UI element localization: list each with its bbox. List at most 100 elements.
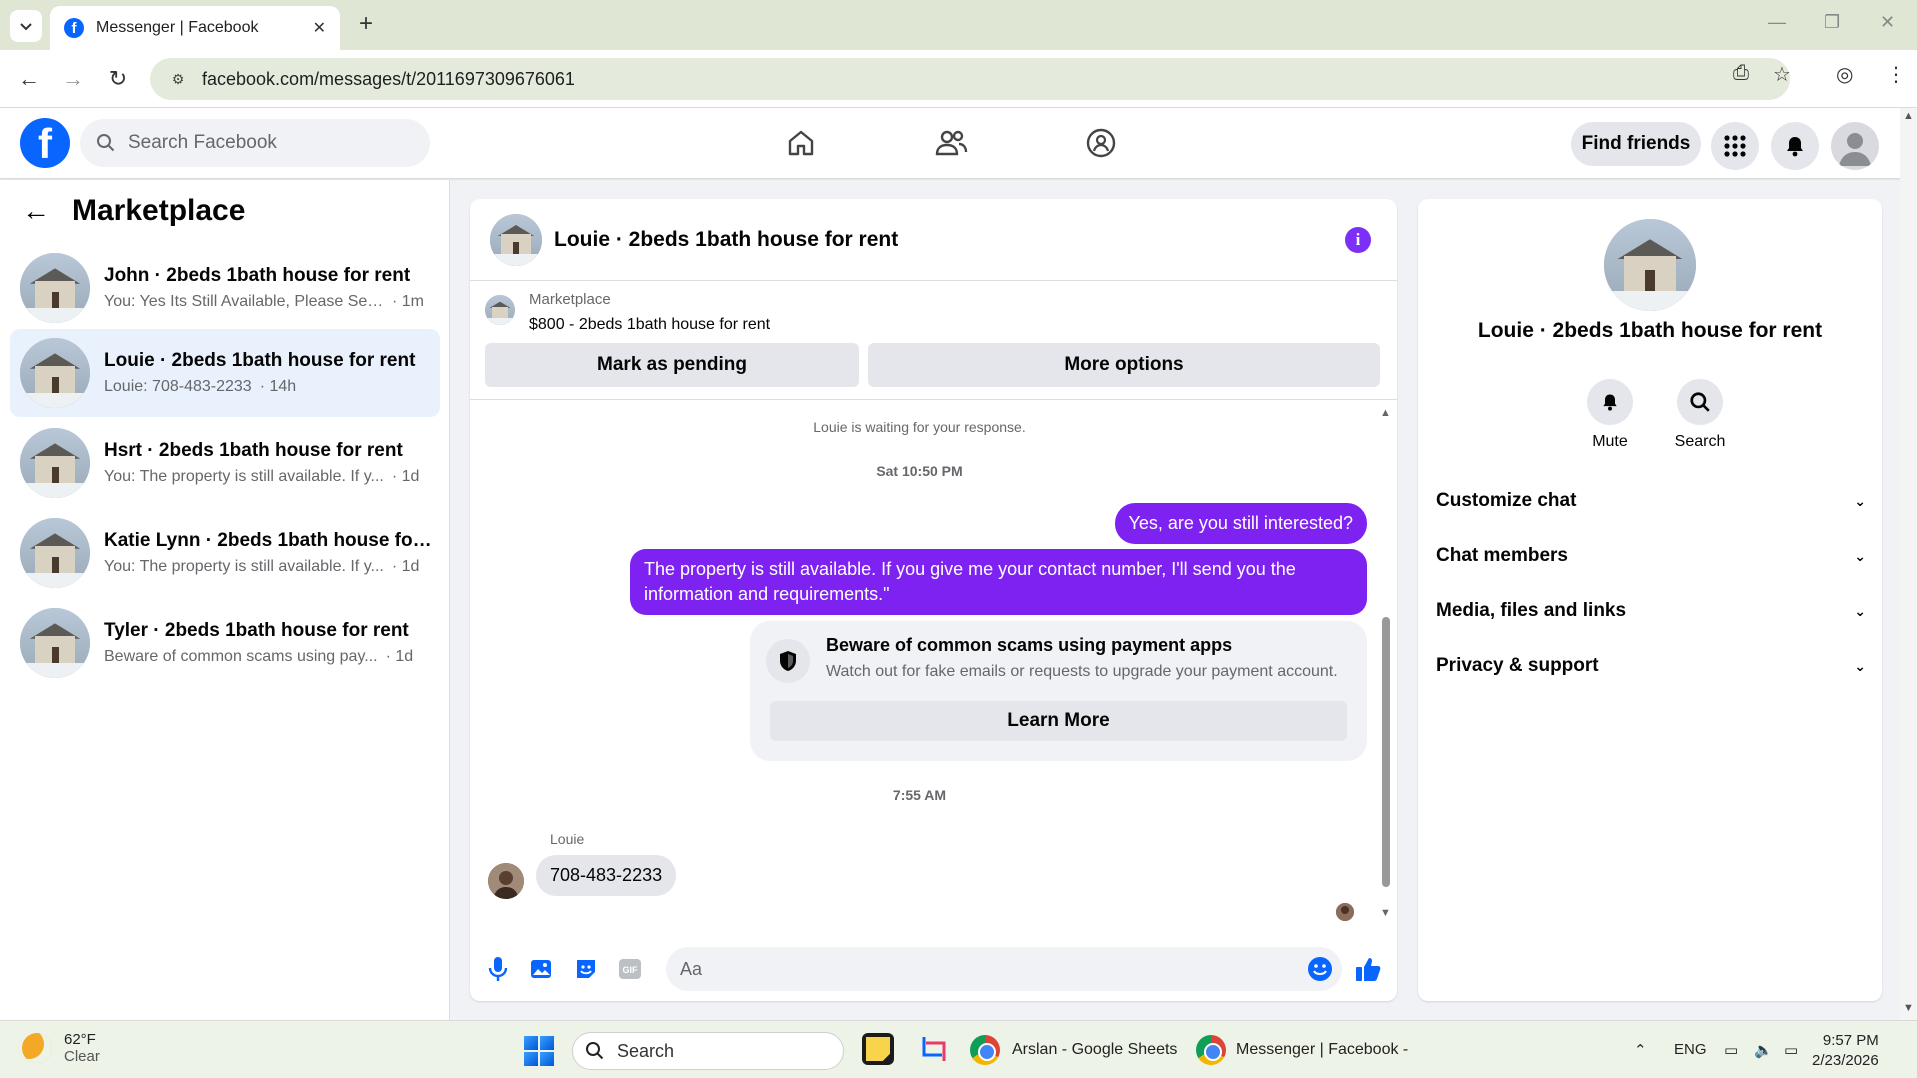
menu-grid-button[interactable]	[1711, 122, 1759, 170]
gif-icon[interactable]: GIF	[616, 955, 644, 983]
conversation-item[interactable]: Katie Lynn · 2beds 1bath house for... Yo…	[10, 509, 440, 597]
outgoing-message[interactable]: Yes, are you still interested?	[1114, 503, 1367, 544]
svg-text:GIF: GIF	[623, 965, 639, 975]
section-label: Privacy & support	[1436, 655, 1599, 676]
chrome-icon[interactable]	[1196, 1035, 1226, 1065]
details-title: Louie · 2beds 1bath house for rent	[1477, 319, 1823, 342]
privacy-support-row[interactable]: Privacy & support ⌄	[1436, 646, 1866, 686]
restore-button[interactable]: ❐	[1824, 12, 1840, 33]
listing-thumbnail	[20, 338, 90, 408]
chat-header-thumbnail[interactable]	[490, 213, 542, 266]
bell-icon	[1787, 137, 1803, 157]
bookmark-star-icon[interactable]: ☆	[1773, 62, 1791, 87]
groups-icon[interactable]	[1081, 123, 1121, 163]
conversation-item-active[interactable]: Louie · 2beds 1bath house for rent Louie…	[10, 329, 440, 417]
learn-more-button[interactable]: Learn More	[770, 701, 1347, 741]
taskbar-app-sheets[interactable]: Arslan - Google Sheets	[1012, 1041, 1177, 1059]
listing-thumbnail	[20, 253, 90, 323]
scroll-down-icon[interactable]: ▼	[1903, 1002, 1914, 1014]
back-button[interactable]: ←	[14, 64, 44, 94]
account-avatar[interactable]	[1831, 122, 1879, 170]
taskbar: 62°F Clear Search Arslan - Google Sheets…	[0, 1020, 1917, 1078]
scroll-thumb[interactable]	[1382, 617, 1390, 887]
sender-name: Louie	[550, 831, 585, 847]
sticker-icon[interactable]	[572, 955, 600, 983]
url-bar[interactable]: ⚙ facebook.com/messages/t/20116973096760…	[150, 58, 1790, 100]
site-info-icon[interactable]: ⚙	[168, 69, 188, 89]
conversation-item[interactable]: Tyler · 2beds 1bath house for rent Bewar…	[10, 599, 440, 687]
minimize-button[interactable]: —	[1768, 12, 1786, 33]
mark-as-pending-button[interactable]: Mark as pending	[485, 343, 859, 387]
section-label: Customize chat	[1436, 490, 1577, 511]
sidebar-header: ← Marketplace	[22, 194, 245, 228]
incoming-message[interactable]: 708-483-2233	[536, 855, 677, 896]
more-options-button[interactable]: More options	[868, 343, 1380, 387]
scroll-up-icon[interactable]: ▲	[1903, 110, 1914, 122]
scroll-up-icon[interactable]: ▲	[1380, 407, 1391, 419]
friends-icon[interactable]	[931, 123, 971, 163]
listing-banner[interactable]: Marketplace $800 - 2beds 1bath house for…	[485, 291, 770, 334]
scroll-down-icon[interactable]: ▼	[1380, 907, 1391, 919]
chat-title[interactable]: Louie · 2beds 1bath house for rent	[554, 228, 898, 252]
media-files-links-row[interactable]: Media, files and links ⌄	[1436, 591, 1866, 631]
reload-button[interactable]: ↻	[103, 64, 133, 94]
notifications-button[interactable]	[1771, 122, 1819, 170]
photo-icon[interactable]	[528, 955, 556, 983]
info-icon[interactable]: i	[1345, 227, 1371, 253]
volume-icon[interactable]: 🔈	[1754, 1041, 1773, 1059]
customize-chat-row[interactable]: Customize chat ⌄	[1436, 481, 1866, 521]
taskbar-search[interactable]: Search	[572, 1032, 844, 1070]
start-button[interactable]	[524, 1036, 554, 1066]
tray-chevron-icon[interactable]: ⌃	[1634, 1041, 1647, 1059]
microphone-icon[interactable]	[484, 955, 512, 983]
chat-members-row[interactable]: Chat members ⌄	[1436, 536, 1866, 576]
profile-icon[interactable]: ◎	[1836, 62, 1853, 87]
battery-icon[interactable]: ▭	[1784, 1041, 1798, 1059]
browser-tab[interactable]: f Messenger | Facebook ✕	[50, 6, 340, 50]
tab-close-icon[interactable]: ✕	[313, 18, 326, 38]
listing-thumbnail	[20, 428, 90, 498]
back-arrow-icon[interactable]: ←	[22, 195, 50, 227]
search-placeholder: Search Facebook	[128, 132, 277, 153]
weather-widget[interactable]: 62°F Clear	[22, 1031, 100, 1065]
conversation-item[interactable]: John · 2beds 1bath house for rent You: Y…	[10, 244, 440, 332]
grid-icon	[1724, 135, 1746, 157]
network-icon[interactable]: ▭	[1724, 1041, 1738, 1059]
conversation-time: · 1d	[385, 648, 414, 665]
close-window-button[interactable]: ✕	[1880, 12, 1895, 33]
outgoing-message[interactable]: The property is still available. If you …	[630, 549, 1367, 615]
taskbar-search-label: Search	[617, 1040, 675, 1061]
conversation-preview: Beware of common scams using pay...	[104, 648, 378, 665]
install-app-icon[interactable]: ⎙	[1733, 62, 1749, 85]
emoji-icon[interactable]	[1306, 955, 1334, 983]
search-in-chat-button[interactable]: Search	[1660, 379, 1740, 451]
language-indicator[interactable]: ENG	[1674, 1041, 1707, 1058]
search-icon	[1677, 379, 1723, 425]
thumbs-up-icon[interactable]	[1354, 955, 1382, 983]
conversation-preview: You: Yes Its Still Available, Please Sen…	[104, 293, 384, 310]
chevron-down-icon	[20, 23, 32, 31]
profile-thumbnail[interactable]	[1604, 219, 1696, 311]
find-friends-button[interactable]: Find friends	[1571, 122, 1701, 166]
home-icon[interactable]	[781, 123, 821, 163]
chat-scrollbar[interactable]: ▲ ▼	[1378, 407, 1394, 919]
sticky-notes-icon[interactable]	[862, 1033, 894, 1065]
snipping-tool-icon[interactable]	[918, 1033, 950, 1065]
tab-search-button[interactable]	[10, 10, 42, 42]
sender-avatar[interactable]	[488, 863, 524, 899]
section-label: Chat members	[1436, 545, 1568, 566]
waiting-notice: Louie is waiting for your response.	[813, 419, 1026, 435]
forward-button[interactable]: →	[58, 64, 88, 94]
scam-warning-card: Beware of common scams using payment app…	[750, 621, 1367, 761]
chrome-icon[interactable]	[970, 1035, 1000, 1065]
page-scrollbar[interactable]: ▲ ▼	[1900, 108, 1917, 1020]
conversation-item[interactable]: Hsrt · 2beds 1bath house for rent You: T…	[10, 419, 440, 507]
mute-button[interactable]: Mute	[1570, 379, 1650, 451]
system-clock[interactable]: 9:57 PM 2/23/2026	[1812, 1031, 1879, 1071]
taskbar-app-messenger[interactable]: Messenger | Facebook -	[1236, 1041, 1408, 1059]
browser-menu-icon[interactable]: ⋮	[1886, 62, 1906, 87]
facebook-logo-icon[interactable]: f	[20, 118, 70, 168]
new-tab-button[interactable]: +	[352, 10, 380, 38]
message-input[interactable]: Aa	[666, 947, 1342, 991]
facebook-search-input[interactable]: Search Facebook	[80, 119, 430, 167]
